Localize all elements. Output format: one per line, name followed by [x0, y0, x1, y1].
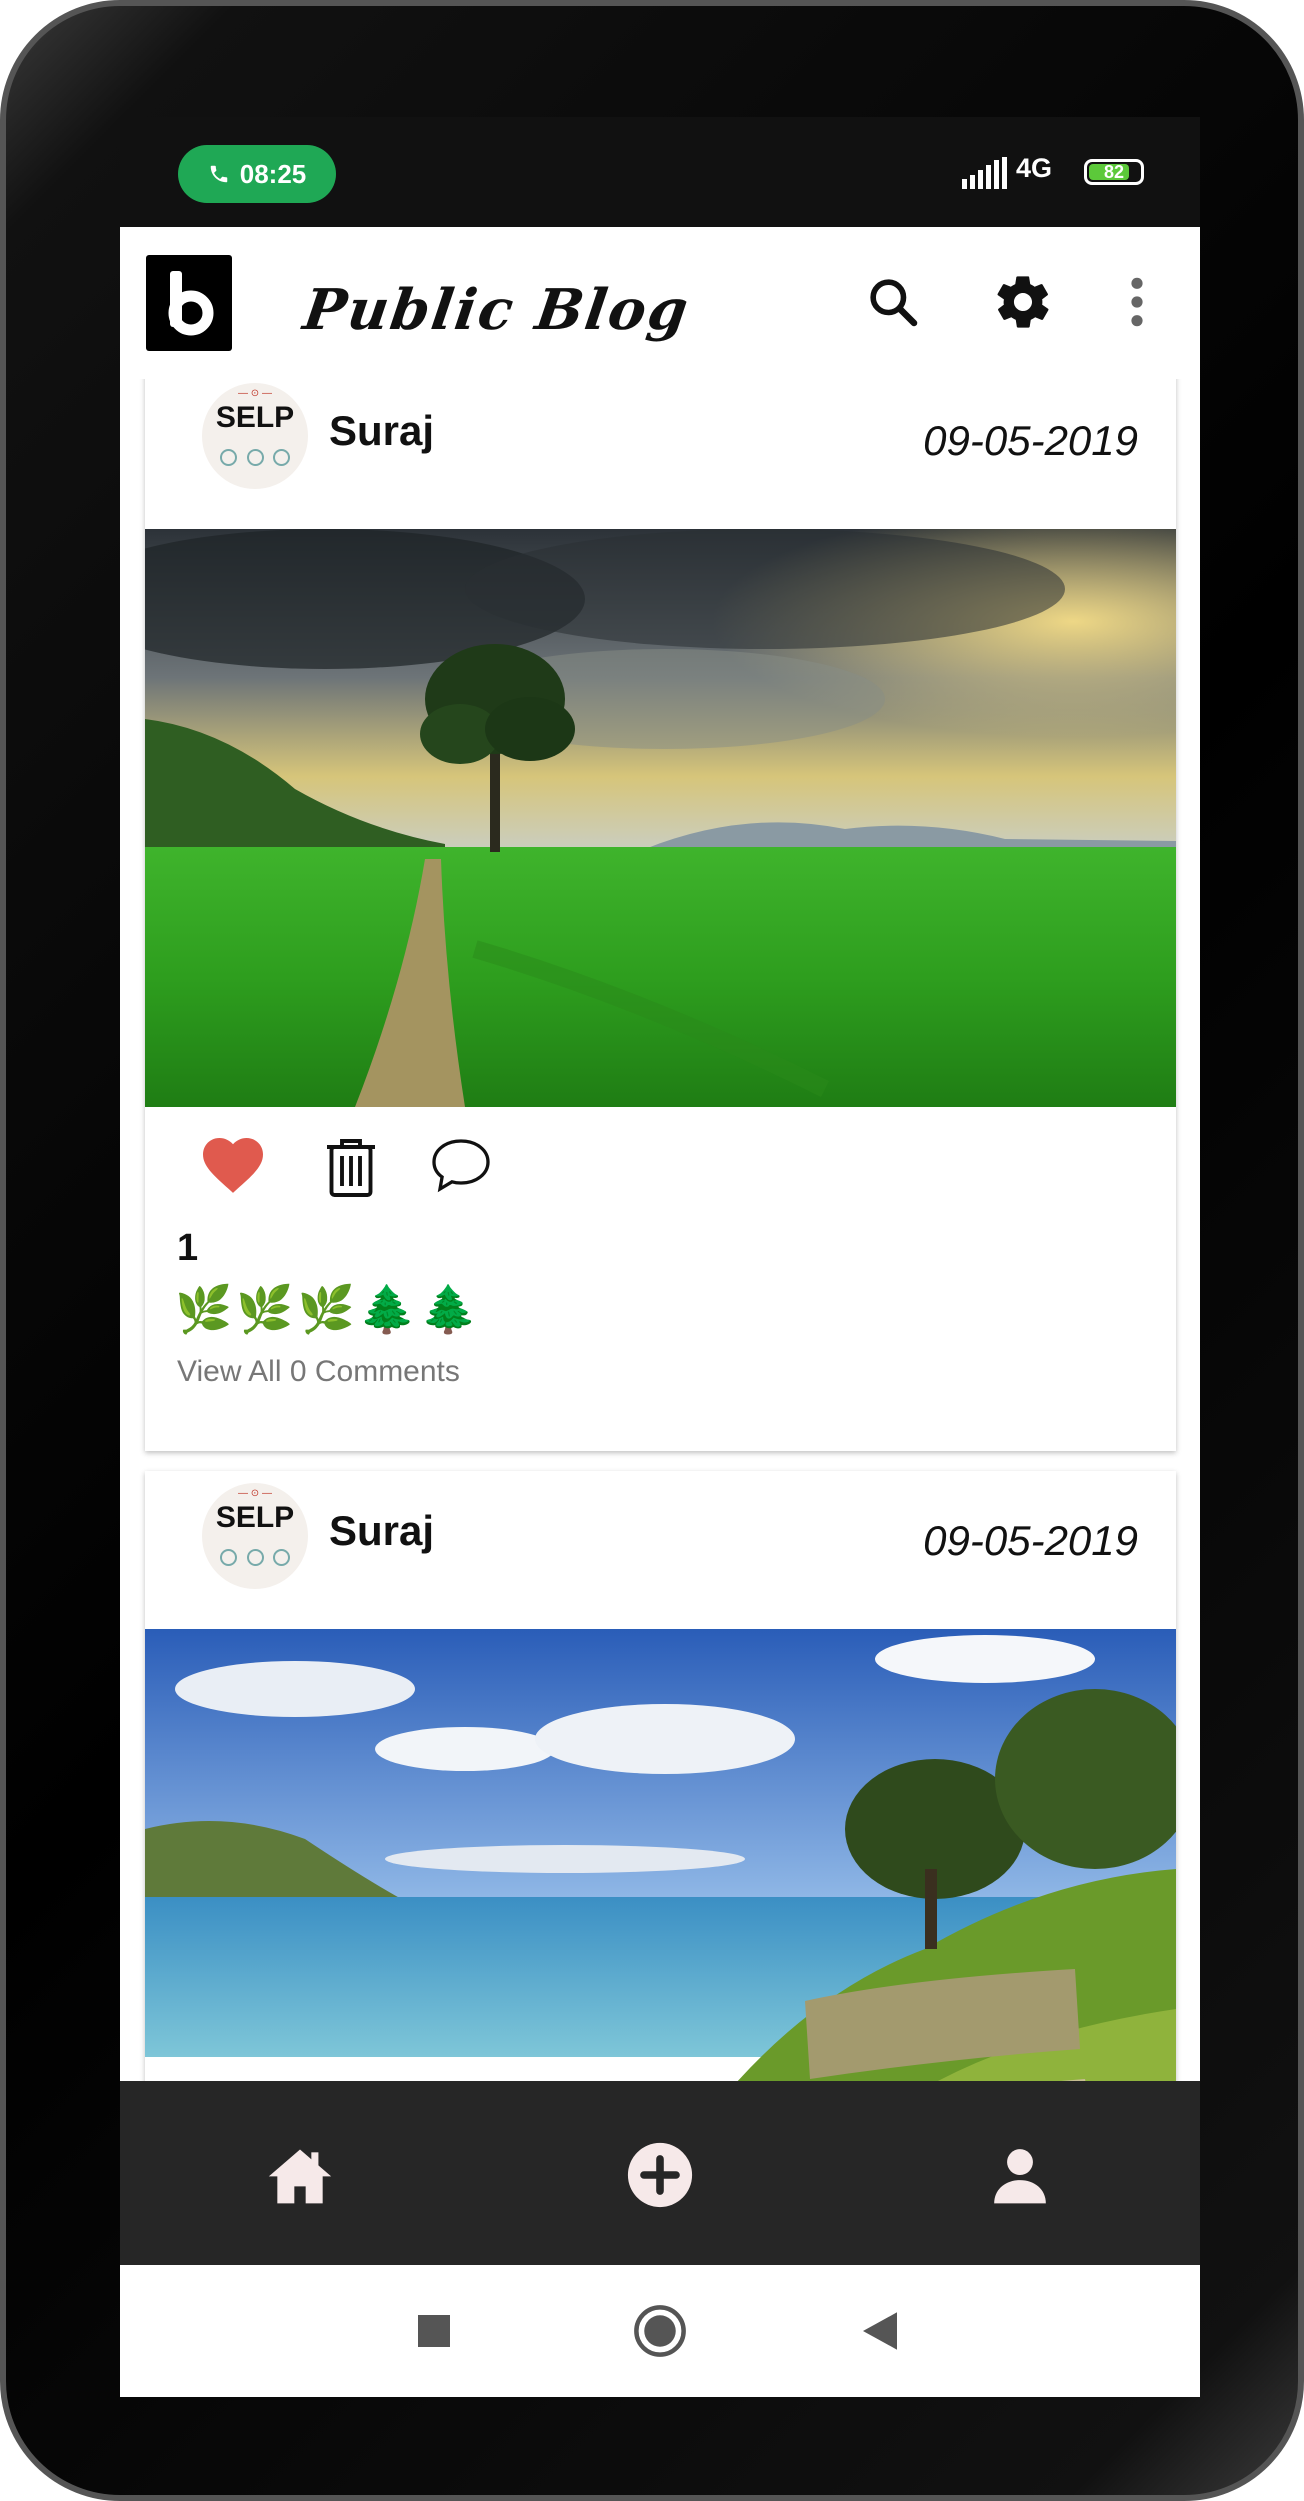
phone-icon	[210, 165, 227, 183]
ongoing-call-pill[interactable]: 08:25	[178, 145, 336, 203]
avatar-text: SELP	[215, 1501, 295, 1534]
post-actions	[145, 1107, 1176, 1227]
search-icon[interactable]	[858, 267, 928, 337]
post-date: 09-05-2019	[923, 417, 1138, 464]
post-feed[interactable]: — ⊙ — SELP Suraj 09-05-2019 1 🌿🌿🌿🌲🌲 View…	[120, 379, 1200, 2081]
system-navigation-bar	[120, 2265, 1200, 2397]
comment-bubble-icon[interactable]	[425, 1129, 497, 1201]
recents-icon[interactable]	[404, 2301, 464, 2361]
battery-level: 82	[1103, 162, 1125, 182]
like-heart-icon[interactable]	[197, 1129, 269, 1201]
post-caption-emojis: 🌿🌿🌿🌲🌲	[175, 1283, 482, 1335]
post-header: — ⊙ — SELP Suraj 09-05-2019	[145, 1471, 1176, 1629]
avatar-top-mark: — ⊙ —	[238, 1488, 272, 1499]
bottom-navigation	[120, 2081, 1200, 2265]
battery-icon: 82	[1084, 159, 1144, 185]
view-all-comments-link[interactable]: View All 0 Comments	[177, 1355, 460, 1389]
home-icon[interactable]	[264, 2139, 336, 2211]
post-date: 09-05-2019	[923, 1517, 1138, 1564]
field-tree-landscape-image	[145, 529, 1176, 1107]
app-bar: Public Blog	[120, 227, 1200, 379]
logo-b-icon	[168, 271, 214, 336]
phone-frame: 08:25 4G 82 Public Blog — ⊙ — SELP Suraj…	[0, 0, 1304, 2501]
post-image[interactable]	[145, 529, 1176, 1107]
avatar[interactable]: — ⊙ — SELP	[202, 383, 308, 489]
lake-bench-landscape-image	[145, 1629, 1176, 2081]
avatar-text: SELP	[215, 401, 295, 434]
avatar-decoration	[220, 449, 290, 469]
app-logo	[146, 255, 232, 351]
avatar[interactable]: — ⊙ — SELP	[202, 1483, 308, 1589]
back-icon[interactable]	[850, 2301, 910, 2361]
more-vert-icon[interactable]	[1102, 267, 1172, 337]
avatar-decoration	[220, 1549, 290, 1569]
delete-trash-icon[interactable]	[315, 1129, 387, 1201]
status-bar: 08:25 4G 82	[120, 117, 1200, 227]
signal-icon	[962, 157, 1007, 189]
like-count: 1	[177, 1227, 199, 1269]
phone-screen: 08:25 4G 82 Public Blog — ⊙ — SELP Suraj…	[120, 117, 1200, 2397]
call-time: 08:25	[239, 158, 307, 189]
settings-gear-icon[interactable]	[988, 267, 1058, 337]
add-post-icon[interactable]	[624, 2139, 696, 2211]
post-card: — ⊙ — SELP Suraj 09-05-2019	[145, 379, 1176, 1451]
post-author[interactable]: Suraj	[329, 407, 434, 455]
post-card: — ⊙ — SELP Suraj 09-05-2019	[145, 1471, 1176, 2081]
network-type: 4G	[1016, 153, 1053, 183]
home-circle-icon[interactable]	[630, 2301, 690, 2361]
post-author[interactable]: Suraj	[329, 1507, 434, 1555]
post-image[interactable]	[145, 1629, 1176, 2081]
post-header: — ⊙ — SELP Suraj 09-05-2019	[145, 379, 1176, 529]
app-title: Public Blog	[299, 277, 694, 343]
avatar-top-mark: — ⊙ —	[238, 388, 272, 399]
profile-icon[interactable]	[984, 2139, 1056, 2211]
